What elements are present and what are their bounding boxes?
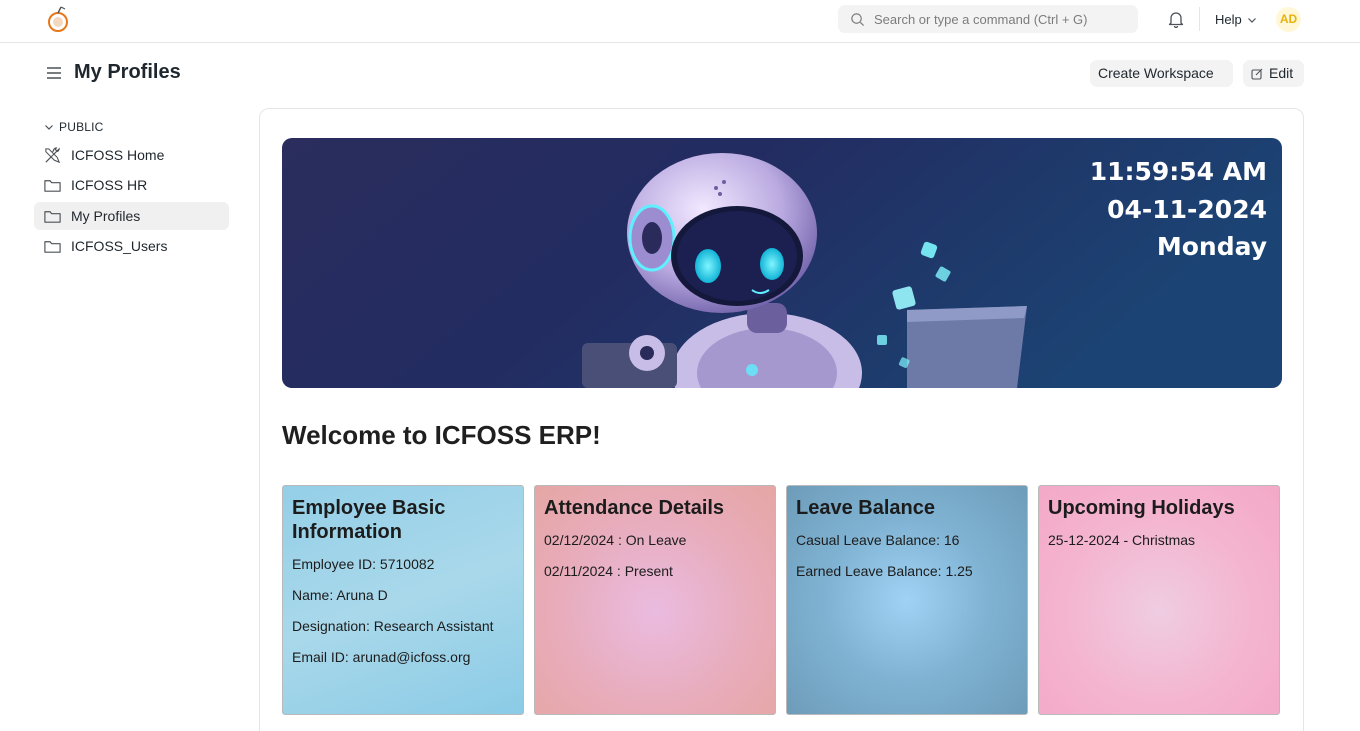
card-line: 25-12-2024 - Christmas [1048,532,1196,548]
card-title: Employee Basic Information [292,497,446,543]
hero-banner: 11:59:54 AM 04-11-2024 Monday [282,138,1282,388]
avatar[interactable]: AD [1276,7,1301,32]
bell-icon[interactable] [1167,10,1185,28]
app-logo-icon[interactable] [47,6,71,34]
folder-icon [44,240,61,253]
sidebar-item-my-profiles[interactable]: My Profiles [34,202,229,230]
clock-time: 11:59:54 AM [1089,157,1267,186]
edit-icon [1251,68,1263,80]
search-input[interactable]: Search or type a command (Ctrl + G) [874,12,1088,27]
card-line: Earned Leave Balance: 1.25 [796,563,973,579]
card-title: Leave Balance [796,497,935,519]
workspace-content: 11:59:54 AM 04-11-2024 Monday Welcome to… [259,108,1304,731]
sidebar-item-icfoss-hr[interactable]: ICFOSS HR [34,171,229,199]
tools-icon [45,146,61,163]
page-title: My Profiles [74,61,181,83]
chevron-down-icon [1247,17,1256,23]
card-line: Casual Leave Balance: 16 [796,532,960,548]
clock-date: 04-11-2024 [1107,194,1267,224]
folder-icon [44,210,61,223]
sidebar-item-label: ICFOSS HR [71,177,148,193]
edit-button-label: Edit [1269,65,1294,81]
sidebar-item-label: ICFOSS_Users [71,238,168,254]
banner-clock: 11:59:54 AM 04-11-2024 Monday [1090,153,1267,266]
chevron-down-icon [45,125,53,130]
card-line: Designation: Research Assistant [292,618,494,634]
sidebar-section-label: PUBLIC [59,120,104,134]
clock-day: Monday [1156,232,1267,261]
welcome-heading: Welcome to ICFOSS ERP! [282,420,601,450]
hamburger-menu-icon[interactable] [45,64,63,82]
folder-icon [44,179,61,192]
card-line: Email ID: arunad@icfoss.org [292,649,471,665]
sidebar-item-label: My Profiles [71,208,141,224]
attendance-card: Attendance Details 02/12/2024 : On Leave… [534,485,776,715]
employee-info-card: Employee Basic Information Employee ID: … [282,485,524,715]
leave-balance-card: Leave Balance Casual Leave Balance: 16 E… [786,485,1028,715]
sidebar-item-icfoss-users[interactable]: ICFOSS_Users [34,232,229,260]
search-icon [851,13,865,27]
card-line: 02/11/2024 : Present [544,563,673,579]
card-title: Upcoming Holidays [1048,497,1235,519]
help-label: Help [1215,12,1242,27]
upcoming-holidays-card: Upcoming Holidays 25-12-2024 - Christmas [1038,485,1280,715]
edit-button[interactable]: Edit [1243,60,1304,87]
sidebar-item-icfoss-home[interactable]: ICFOSS Home [34,141,229,169]
search-bar[interactable]: Search or type a command (Ctrl + G) [838,5,1138,33]
card-line: Employee ID: 5710082 [292,556,435,572]
navbar: Search or type a command (Ctrl + G) Help… [0,0,1360,43]
help-dropdown[interactable]: Help [1215,12,1257,27]
sidebar-item-label: ICFOSS Home [71,147,165,163]
card-line: Name: Aruna D [292,587,388,603]
navbar-divider [1199,7,1200,31]
card-title: Attendance Details [544,497,725,519]
create-workspace-button[interactable]: Create Workspace [1090,60,1233,87]
card-line: 02/12/2024 : On Leave [544,532,687,548]
sidebar-section-public[interactable]: PUBLIC [44,120,104,134]
